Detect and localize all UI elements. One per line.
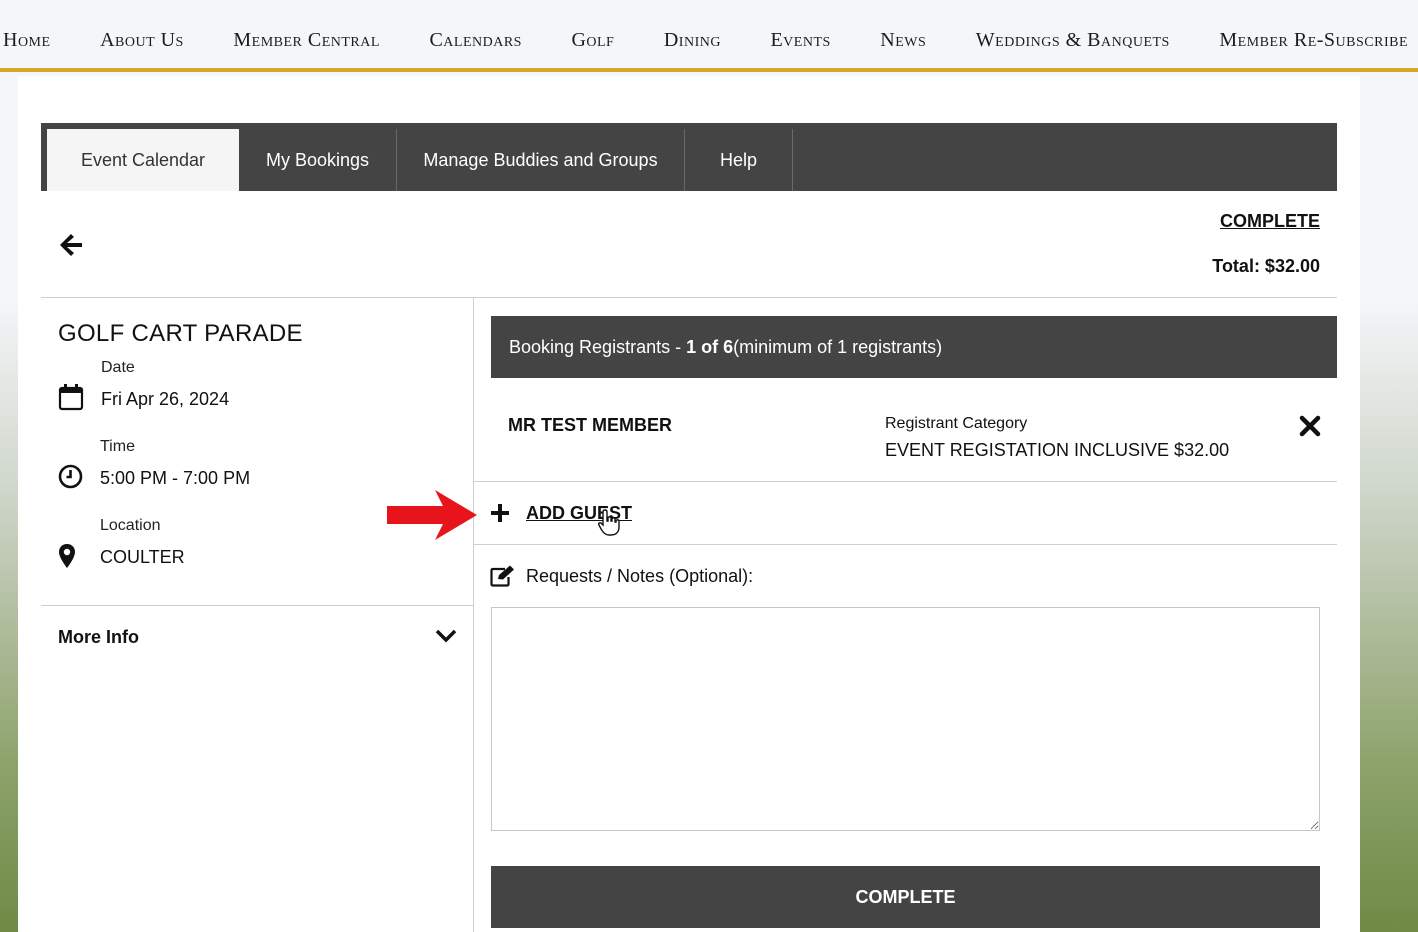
- column-divider: [473, 298, 474, 932]
- divider: [41, 605, 473, 606]
- booking-total: Total: $32.00: [1212, 256, 1320, 276]
- complete-link[interactable]: COMPLETE: [1220, 211, 1320, 232]
- tab-help[interactable]: Help: [685, 129, 793, 191]
- nav-weddings-banquets[interactable]: Weddings & Banquets: [976, 17, 1170, 52]
- edit-icon: [490, 565, 514, 587]
- hand-pointer-cursor-icon: [598, 509, 620, 536]
- nav-events[interactable]: Events: [770, 17, 830, 52]
- chevron-down-icon[interactable]: [434, 626, 458, 646]
- plus-icon[interactable]: [489, 502, 511, 524]
- clock-icon: [58, 464, 83, 489]
- nav-news[interactable]: News: [880, 17, 926, 52]
- divider: [474, 544, 1337, 545]
- map-pin-icon: [59, 544, 75, 568]
- calendar-icon: [58, 384, 84, 411]
- tab-my-bookings[interactable]: My Bookings: [239, 129, 397, 191]
- event-date: Fri Apr 26, 2024: [101, 389, 230, 409]
- remove-registrant-icon[interactable]: [1298, 414, 1322, 438]
- nav-home[interactable]: Home: [3, 17, 51, 52]
- booking-tabs: Event Calendar My Bookings Manage Buddie…: [41, 123, 1337, 191]
- notes-textarea[interactable]: [491, 607, 1320, 831]
- registrants-header-suffix: (minimum of 1 registrants): [733, 336, 943, 357]
- location-label: Location: [100, 517, 161, 534]
- time-label: Time: [100, 438, 135, 455]
- annotation-red-arrow-icon: [387, 490, 477, 540]
- date-label: Date: [101, 359, 135, 376]
- nav-member-central[interactable]: Member Central: [233, 17, 380, 52]
- notes-label: Requests / Notes (Optional):: [526, 566, 754, 586]
- nav-about-us[interactable]: About Us: [100, 17, 184, 52]
- tab-event-calendar[interactable]: Event Calendar: [47, 129, 239, 191]
- registrants-count: 1 of 6: [686, 336, 734, 357]
- registrants-header-prefix: Booking Registrants -: [509, 336, 682, 357]
- event-location: COULTER: [100, 547, 185, 567]
- nav-calendars[interactable]: Calendars: [429, 17, 522, 52]
- registrant-category-label: Registrant Category: [885, 415, 1028, 432]
- registrant-name: MR TEST MEMBER: [508, 415, 672, 435]
- event-title: GOLF CART PARADE: [58, 320, 303, 347]
- top-navigation: Home About Us Member Central Calendars G…: [0, 0, 1418, 72]
- registrants-header: Booking Registrants - 1 of 6 (minimum of…: [491, 316, 1337, 378]
- tab-manage-buddies[interactable]: Manage Buddies and Groups: [397, 129, 685, 191]
- more-info-toggle[interactable]: More Info: [58, 627, 139, 648]
- divider: [41, 297, 1337, 298]
- divider: [474, 481, 1337, 482]
- nav-member-resubscribe[interactable]: Member Re-Subscribe: [1219, 17, 1408, 52]
- event-time: 5:00 PM - 7:00 PM: [100, 468, 251, 488]
- back-arrow-icon[interactable]: [58, 232, 84, 258]
- nav-dining[interactable]: Dining: [664, 17, 721, 52]
- registrant-category-value: EVENT REGISTATION INCLUSIVE $32.00: [885, 440, 1230, 460]
- complete-button[interactable]: COMPLETE: [491, 866, 1320, 928]
- nav-golf[interactable]: Golf: [571, 17, 614, 52]
